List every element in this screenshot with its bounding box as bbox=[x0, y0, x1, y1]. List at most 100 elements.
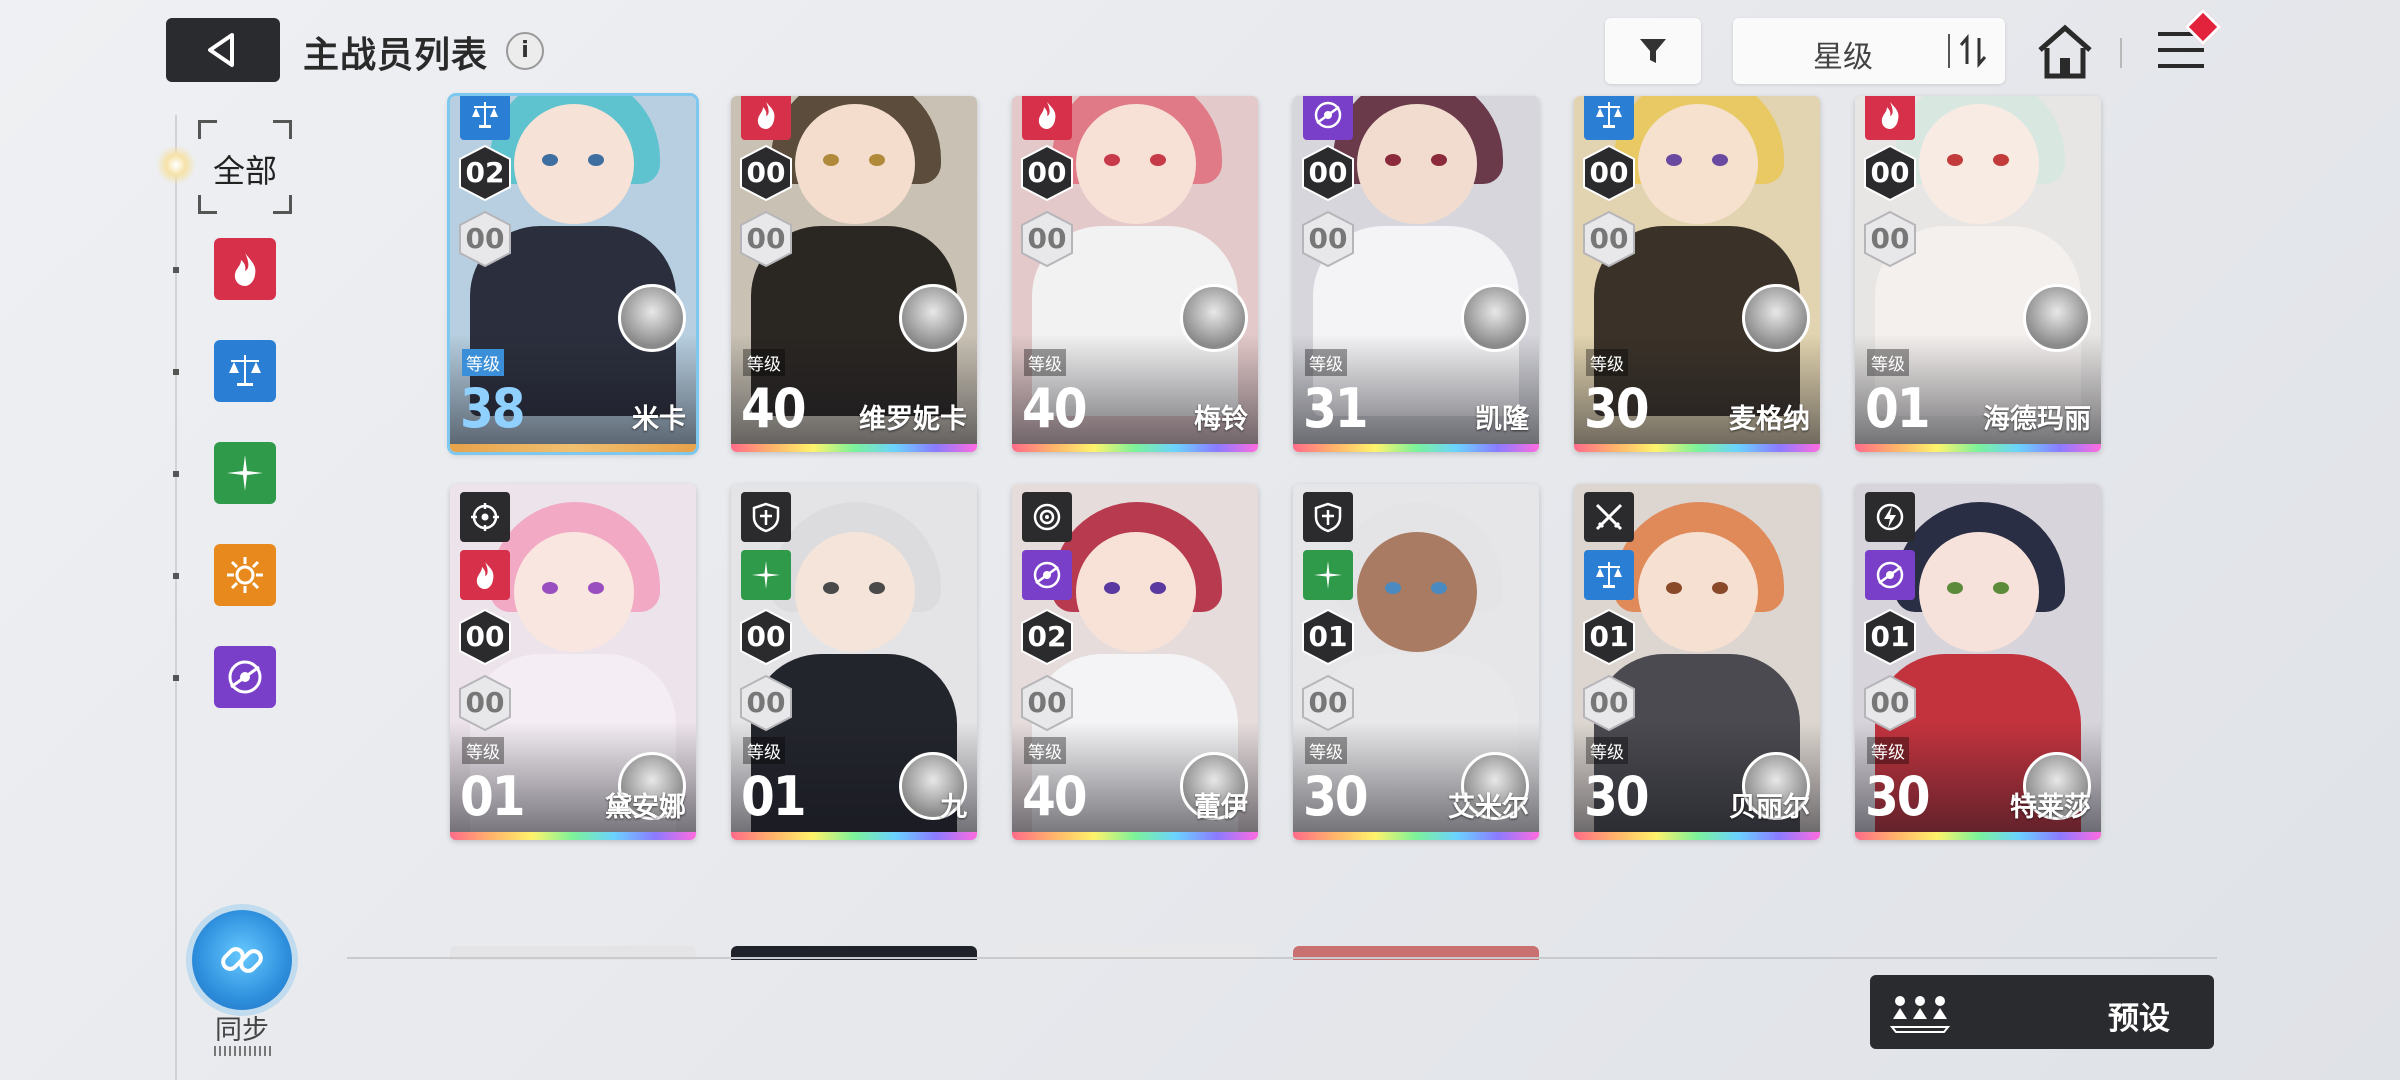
level-label: 等级 bbox=[1867, 737, 1909, 764]
star-rank-badge: 00 bbox=[1301, 144, 1355, 202]
star-rank-badge: 01 bbox=[1863, 608, 1917, 666]
portrait-eye bbox=[1712, 582, 1728, 594]
star-rank-value: 01 bbox=[1589, 620, 1629, 653]
sub-rank-value: 00 bbox=[746, 222, 786, 255]
portrait-eye bbox=[588, 154, 604, 166]
sub-rank-value: 00 bbox=[1027, 686, 1067, 719]
sub-rank-value: 00 bbox=[1870, 686, 1910, 719]
rarity-stripe bbox=[1574, 832, 1820, 840]
star-rank-value: 00 bbox=[746, 156, 786, 189]
operator-card[interactable]: 02 00 等级 38 米卡 bbox=[450, 96, 696, 452]
operator-name: 贝丽尔 bbox=[1729, 792, 1810, 823]
star-rank-badge: 01 bbox=[1582, 608, 1636, 666]
star-rank-value: 02 bbox=[465, 156, 505, 189]
rarity-stripe bbox=[1012, 444, 1258, 452]
star-burst-icon bbox=[227, 455, 263, 491]
operator-card[interactable]: 01 00 等级 30 贝丽尔 bbox=[1574, 484, 1820, 840]
portrait-face bbox=[795, 104, 915, 224]
operator-card[interactable]: 00 00 等级 01 九 bbox=[731, 484, 977, 840]
portrait-eye bbox=[542, 154, 558, 166]
operator-card[interactable]: 00 00 等级 40 维罗妮卡 bbox=[731, 96, 977, 452]
portrait-eye bbox=[1947, 154, 1963, 166]
rarity-stripe bbox=[450, 444, 696, 452]
rarity-stripe bbox=[731, 832, 977, 840]
portrait-eye bbox=[1431, 582, 1447, 594]
filter-button[interactable] bbox=[1605, 18, 1701, 84]
portrait-face bbox=[1076, 104, 1196, 224]
portrait-eye bbox=[1150, 154, 1166, 166]
level-value: 01 bbox=[460, 765, 526, 828]
level-value: 38 bbox=[460, 377, 526, 440]
star-rank-badge: 00 bbox=[1020, 144, 1074, 202]
portrait-eye bbox=[1385, 154, 1401, 166]
operator-card[interactable]: 00 00 等级 31 凯隆 bbox=[1293, 96, 1539, 452]
portrait-eye bbox=[1385, 582, 1401, 594]
role-icon bbox=[1022, 492, 1072, 542]
portrait-eye bbox=[1104, 582, 1120, 594]
operator-name: 九 bbox=[940, 792, 967, 823]
sub-rank-badge: 00 bbox=[1301, 674, 1355, 732]
operator-name: 梅铃 bbox=[1194, 404, 1248, 435]
info-icon[interactable]: i bbox=[506, 32, 544, 70]
sort-order-icon[interactable] bbox=[1957, 32, 1991, 70]
sub-rank-badge: 00 bbox=[1582, 210, 1636, 268]
portrait-face bbox=[1076, 532, 1196, 652]
operator-card[interactable]: 01 00 等级 30 艾米尔 bbox=[1293, 484, 1539, 840]
team-icon bbox=[1890, 996, 1950, 1033]
element-icon bbox=[1022, 96, 1072, 140]
filter-tab-balance[interactable] bbox=[214, 340, 276, 402]
element-icon bbox=[1303, 550, 1353, 600]
operator-card[interactable]: 01 00 等级 30 特莱莎 bbox=[1855, 484, 2101, 840]
home-icon[interactable] bbox=[2036, 24, 2094, 80]
sort-dropdown[interactable]: 星级 bbox=[1733, 18, 2005, 84]
back-button[interactable] bbox=[166, 18, 280, 82]
operator-card[interactable]: 00 00 等级 30 麦格纳 bbox=[1574, 96, 1820, 452]
rarity-stripe bbox=[731, 444, 977, 452]
sub-rank-value: 00 bbox=[1870, 222, 1910, 255]
level-value: 30 bbox=[1584, 765, 1650, 828]
sub-rank-value: 00 bbox=[1308, 222, 1348, 255]
portrait-face bbox=[1357, 532, 1477, 652]
star-rank-value: 00 bbox=[1589, 156, 1629, 189]
portrait-eye bbox=[823, 582, 839, 594]
role-icon bbox=[741, 492, 791, 542]
portrait-eye bbox=[823, 154, 839, 166]
filter-tab-burn[interactable] bbox=[214, 238, 276, 300]
operator-card[interactable]: 00 00 等级 01 黛安娜 bbox=[450, 484, 696, 840]
level-value: 01 bbox=[1865, 377, 1931, 440]
grid-bottom-divider bbox=[347, 957, 2217, 959]
sub-rank-badge: 00 bbox=[1582, 674, 1636, 732]
rarity-stripe bbox=[1855, 832, 2101, 840]
star-rank-value: 02 bbox=[1027, 620, 1067, 653]
level-label: 等级 bbox=[462, 349, 504, 376]
filter-tab-solar[interactable] bbox=[214, 544, 276, 606]
preset-button[interactable]: 预设 bbox=[1870, 975, 2214, 1049]
filter-tab-all[interactable]: 全部 bbox=[198, 120, 292, 214]
operator-card[interactable]: 00 00 等级 40 梅铃 bbox=[1012, 96, 1258, 452]
role-icon bbox=[1584, 492, 1634, 542]
operator-card[interactable]: 02 00 等级 40 蕾伊 bbox=[1012, 484, 1258, 840]
filter-tab-all-label: 全部 bbox=[212, 152, 277, 190]
element-icon bbox=[460, 96, 510, 140]
partner-avatar bbox=[1461, 284, 1529, 352]
portrait-eye bbox=[1431, 154, 1447, 166]
portrait-eye bbox=[1666, 154, 1682, 166]
sub-rank-value: 00 bbox=[1589, 222, 1629, 255]
level-label: 等级 bbox=[1586, 349, 1628, 376]
filter-tab-electric[interactable] bbox=[214, 442, 276, 504]
sync-button[interactable] bbox=[192, 910, 292, 1010]
filter-tab-vortex[interactable] bbox=[214, 646, 276, 708]
star-rank-badge: 00 bbox=[1582, 144, 1636, 202]
star-rank-badge: 01 bbox=[1301, 608, 1355, 666]
element-icon bbox=[460, 550, 510, 600]
portrait-face bbox=[1638, 104, 1758, 224]
sort-separator bbox=[1948, 34, 1950, 68]
flame-icon bbox=[234, 253, 256, 286]
sub-rank-badge: 00 bbox=[458, 674, 512, 732]
sub-rank-badge: 00 bbox=[458, 210, 512, 268]
operator-card[interactable]: 00 00 等级 01 海德玛丽 bbox=[1855, 96, 2101, 452]
level-label: 等级 bbox=[1586, 737, 1628, 764]
level-value: 01 bbox=[741, 765, 807, 828]
partner-avatar bbox=[618, 284, 686, 352]
sub-rank-value: 00 bbox=[1027, 222, 1067, 255]
